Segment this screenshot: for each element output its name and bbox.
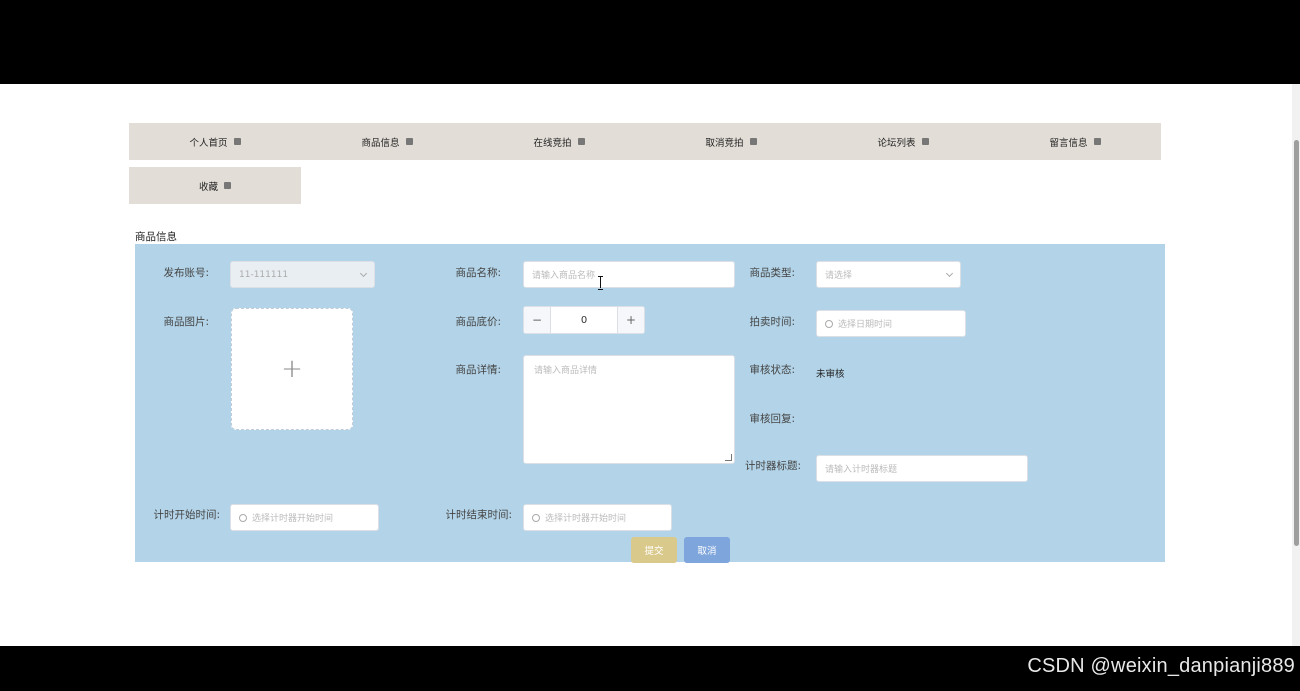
nav-item-favorite[interactable]: 收藏 <box>129 167 301 204</box>
product-form: 发布账号: 11-111111 商品名称: 请输入商品名称 商品类型: 请选择 … <box>135 244 1165 563</box>
base-price-value[interactable]: 0 <box>551 315 617 326</box>
timer-start-placeholder: 选择计时器开始时间 <box>252 514 334 524</box>
nav-item-message[interactable]: 留言信息 <box>989 123 1161 160</box>
resize-handle-icon[interactable] <box>725 454 732 461</box>
cancel-button[interactable]: 取消 <box>684 537 730 563</box>
top-nav: 个人首页 商品信息 在线竞拍 取消竞拍 论坛列表 留言信息 <box>129 123 1161 160</box>
timer-title-input[interactable]: 请输入计时器标题 <box>816 455 1028 482</box>
nav-item-label: 留言信息 <box>1049 137 1088 149</box>
nav-item-cancel-auction[interactable]: 取消竞拍 <box>645 123 817 160</box>
product-type-label: 商品类型: <box>749 267 795 279</box>
favorite-icon <box>224 182 231 189</box>
product-type-select[interactable]: 请选择 <box>816 261 961 288</box>
base-price-label: 商品底价: <box>455 316 501 328</box>
timer-end-placeholder: 选择计时器开始时间 <box>545 514 627 524</box>
auction-time-label: 拍卖时间: <box>749 316 795 328</box>
chevron-down-icon <box>945 269 954 277</box>
page-content: 个人首页 商品信息 在线竞拍 取消竞拍 论坛列表 留言信息 收藏 商品信息 发布… <box>0 84 1300 646</box>
timer-start-picker[interactable]: 选择计时器开始时间 <box>230 504 379 531</box>
decrement-button[interactable]: − <box>524 307 551 333</box>
nav-item-label: 取消竞拍 <box>705 137 744 149</box>
clock-icon <box>825 319 833 328</box>
nav-item-auction[interactable]: 在线竞拍 <box>473 123 645 160</box>
clock-icon <box>239 513 247 522</box>
nav-item-label: 收藏 <box>198 181 218 193</box>
product-detail-placeholder: 请输入商品详情 <box>534 366 598 376</box>
timer-end-picker[interactable]: 选择计时器开始时间 <box>523 504 672 531</box>
nav-item-label: 论坛列表 <box>877 137 916 149</box>
submit-button[interactable]: 提交 <box>631 537 677 563</box>
nav-item-goods[interactable]: 商品信息 <box>301 123 473 160</box>
publisher-account-select: 11-111111 <box>230 261 375 288</box>
product-detail-label: 商品详情: <box>455 364 501 376</box>
home-icon <box>233 138 241 145</box>
base-price-stepper: − 0 + <box>523 306 645 334</box>
section-title: 商品信息 <box>135 231 177 243</box>
timer-end-label: 计时结束时间: <box>445 509 512 521</box>
forum-icon <box>921 138 929 145</box>
nav-item-home[interactable]: 个人首页 <box>129 123 301 160</box>
auction-time-placeholder: 选择日期时间 <box>838 320 893 330</box>
publisher-account-label: 发布账号: <box>163 267 209 279</box>
product-name-label: 商品名称: <box>455 267 501 279</box>
chevron-down-icon <box>359 269 368 277</box>
image-upload-box[interactable]: + <box>231 308 353 430</box>
goods-icon <box>405 138 413 145</box>
plus-icon: + <box>281 354 303 384</box>
product-detail-textarea[interactable]: 请输入商品详情 <box>523 355 735 464</box>
clock-icon <box>532 513 540 522</box>
publisher-account-value: 11-111111 <box>239 269 289 280</box>
timer-title-label: 计时器标题: <box>744 460 801 472</box>
product-type-placeholder: 请选择 <box>825 271 853 281</box>
watermark-text: CSDN @weixin_danpianji889 <box>1027 655 1295 677</box>
product-image-label: 商品图片: <box>163 316 209 328</box>
increment-button[interactable]: + <box>617 307 644 333</box>
cancel-auction-icon <box>749 138 757 145</box>
nav-item-label: 商品信息 <box>361 137 400 149</box>
product-name-input[interactable]: 请输入商品名称 <box>523 261 735 288</box>
product-name-placeholder: 请输入商品名称 <box>532 271 596 281</box>
review-status-label: 审核状态: <box>749 364 795 376</box>
timer-title-placeholder: 请输入计时器标题 <box>825 465 898 475</box>
nav-item-label: 个人首页 <box>189 137 228 149</box>
review-status-value: 未审核 <box>816 369 845 380</box>
top-black-bar <box>0 0 1300 84</box>
auction-time-picker[interactable]: 选择日期时间 <box>816 310 966 337</box>
nav-item-label: 在线竞拍 <box>533 137 572 149</box>
nav-item-forum[interactable]: 论坛列表 <box>817 123 989 160</box>
message-icon <box>1093 138 1101 145</box>
scrollbar-thumb[interactable] <box>1294 140 1299 546</box>
timer-start-label: 计时开始时间: <box>153 509 220 521</box>
review-reply-label: 审核回复: <box>749 413 795 425</box>
text-cursor-icon <box>598 276 604 290</box>
auction-icon <box>577 138 585 145</box>
